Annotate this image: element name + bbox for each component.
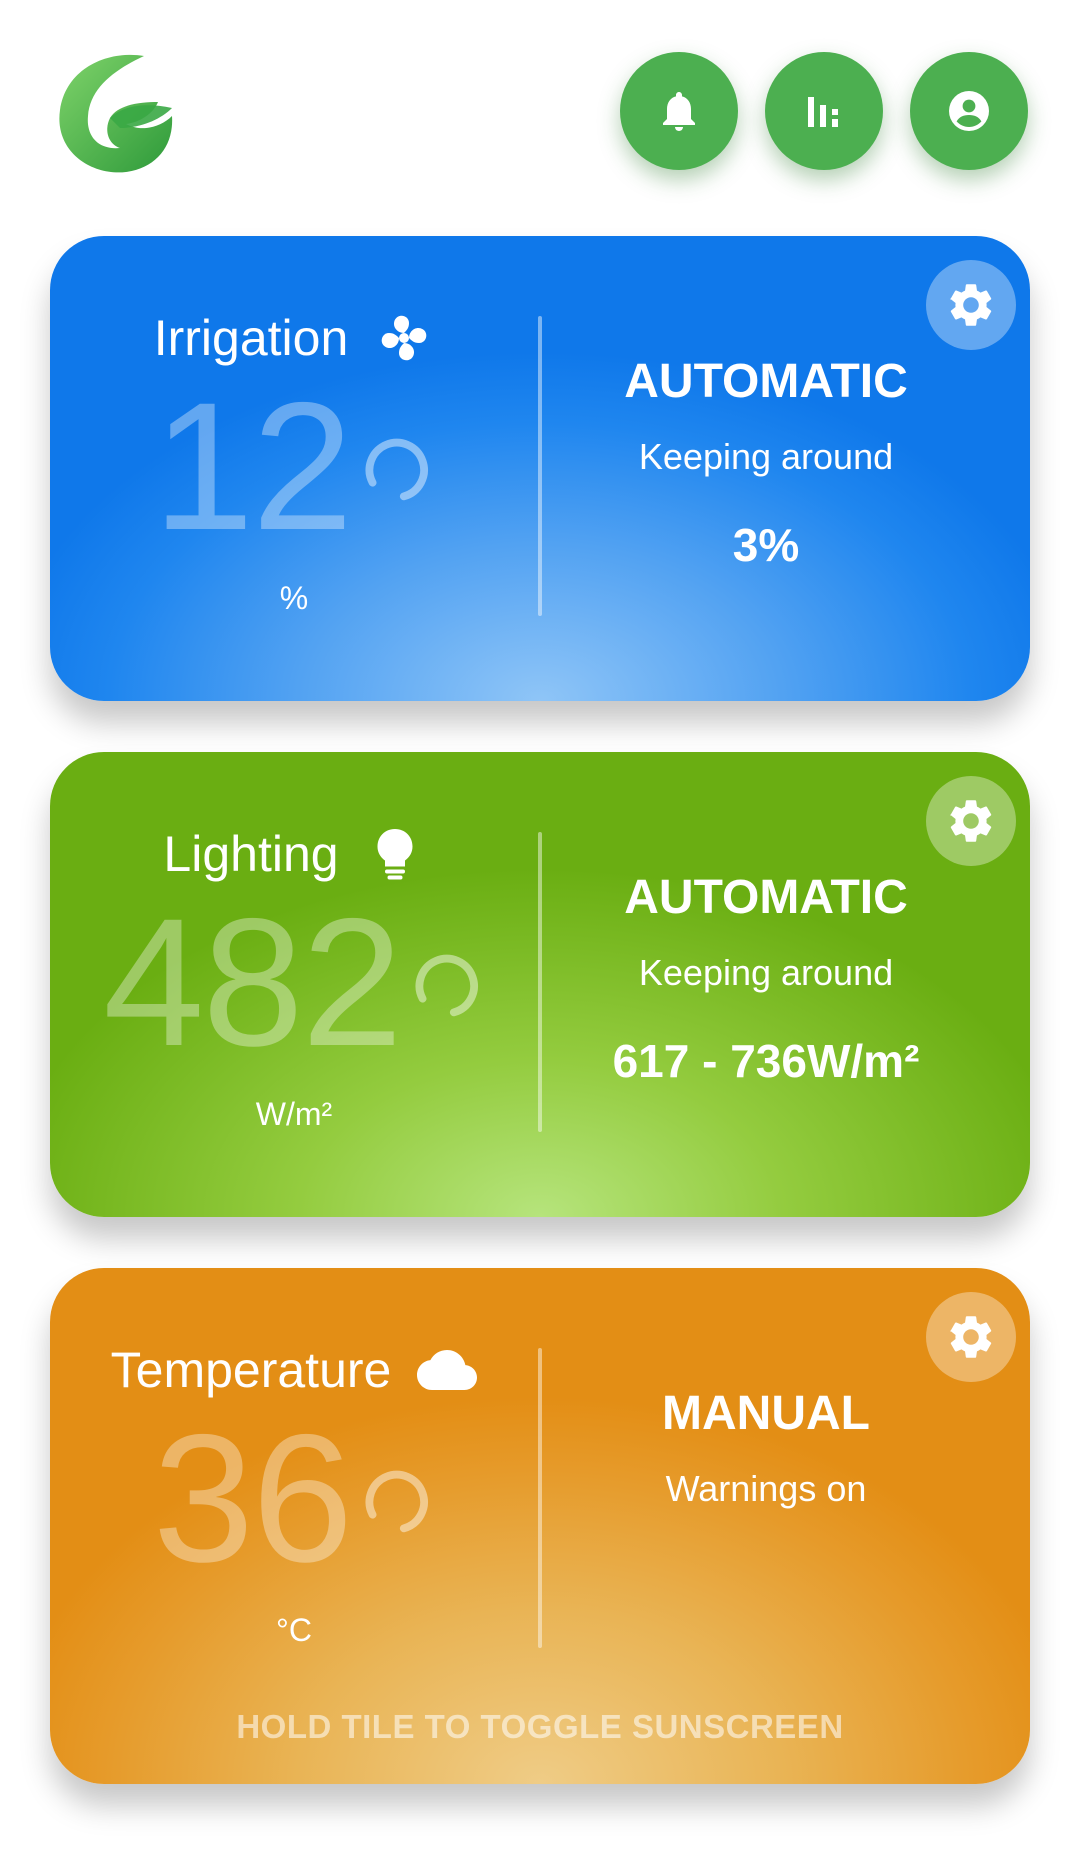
loading-spinner-icon: [365, 1470, 429, 1533]
fan-icon: [374, 308, 434, 368]
irrigation-title-row: Irrigation: [50, 308, 538, 368]
tile-title: Temperature: [110, 1342, 392, 1398]
value-unit: W/m²: [255, 1096, 333, 1132]
tile-title: Lighting: [163, 826, 339, 882]
mode-label: AUTOMATIC: [624, 355, 908, 408]
value-unit: °C: [276, 1612, 312, 1648]
lighting-title-row: Lighting: [50, 824, 538, 884]
cloud-icon: [417, 1340, 478, 1400]
loading-spinner-icon: [365, 438, 429, 501]
account-icon: [949, 91, 989, 131]
sunscreen-hint: HOLD TILE TO TOGGLE SUNSCREEN: [236, 1708, 844, 1745]
tile-title: Irrigation: [153, 310, 349, 366]
lightbulb-icon: [365, 824, 425, 884]
account-button[interactable]: [910, 52, 1028, 170]
statistics-button[interactable]: [765, 52, 883, 170]
current-value: 12: [152, 364, 353, 568]
mode-description: Warnings on: [665, 1468, 867, 1509]
gear-icon: [950, 800, 992, 842]
lighting-value-row: 482: [50, 880, 538, 1084]
lighting-tile[interactable]: Lighting 482 W/m² AUTOMATIC Keeping arou…: [50, 752, 1030, 1217]
current-value: 36: [152, 1396, 353, 1600]
irrigation-settings-button[interactable]: [926, 260, 1016, 350]
mode-label: AUTOMATIC: [624, 871, 908, 924]
temperature-value-row: 36: [50, 1396, 538, 1600]
notifications-button[interactable]: [620, 52, 738, 170]
current-value: 482: [103, 880, 403, 1084]
mode-description: Keeping around: [638, 952, 894, 993]
gear-icon: [950, 284, 992, 326]
mode-description: Keeping around: [638, 436, 894, 477]
target-value: 617 - 736W/m²: [612, 1035, 920, 1087]
dashboard-page: Irrigation 12 % AUTOMATIC Keeping around…: [0, 0, 1080, 1856]
temperature-title-row: Temperature: [50, 1340, 538, 1400]
temperature-tile[interactable]: Temperature 36 °C MANUAL Warnings on HOL: [50, 1268, 1030, 1784]
temperature-settings-button[interactable]: [926, 1292, 1016, 1382]
value-unit: %: [279, 580, 309, 616]
loading-spinner-icon: [415, 954, 478, 1017]
bell-icon: [663, 92, 695, 131]
bar-chart-icon: [808, 97, 838, 127]
lighting-settings-button[interactable]: [926, 776, 1016, 866]
app-logo: [48, 48, 178, 178]
target-value: 3%: [732, 519, 800, 571]
gear-icon: [950, 1316, 992, 1358]
mode-label: MANUAL: [662, 1387, 870, 1440]
irrigation-tile[interactable]: Irrigation 12 % AUTOMATIC Keeping around…: [50, 236, 1030, 701]
irrigation-value-row: 12: [50, 364, 538, 568]
